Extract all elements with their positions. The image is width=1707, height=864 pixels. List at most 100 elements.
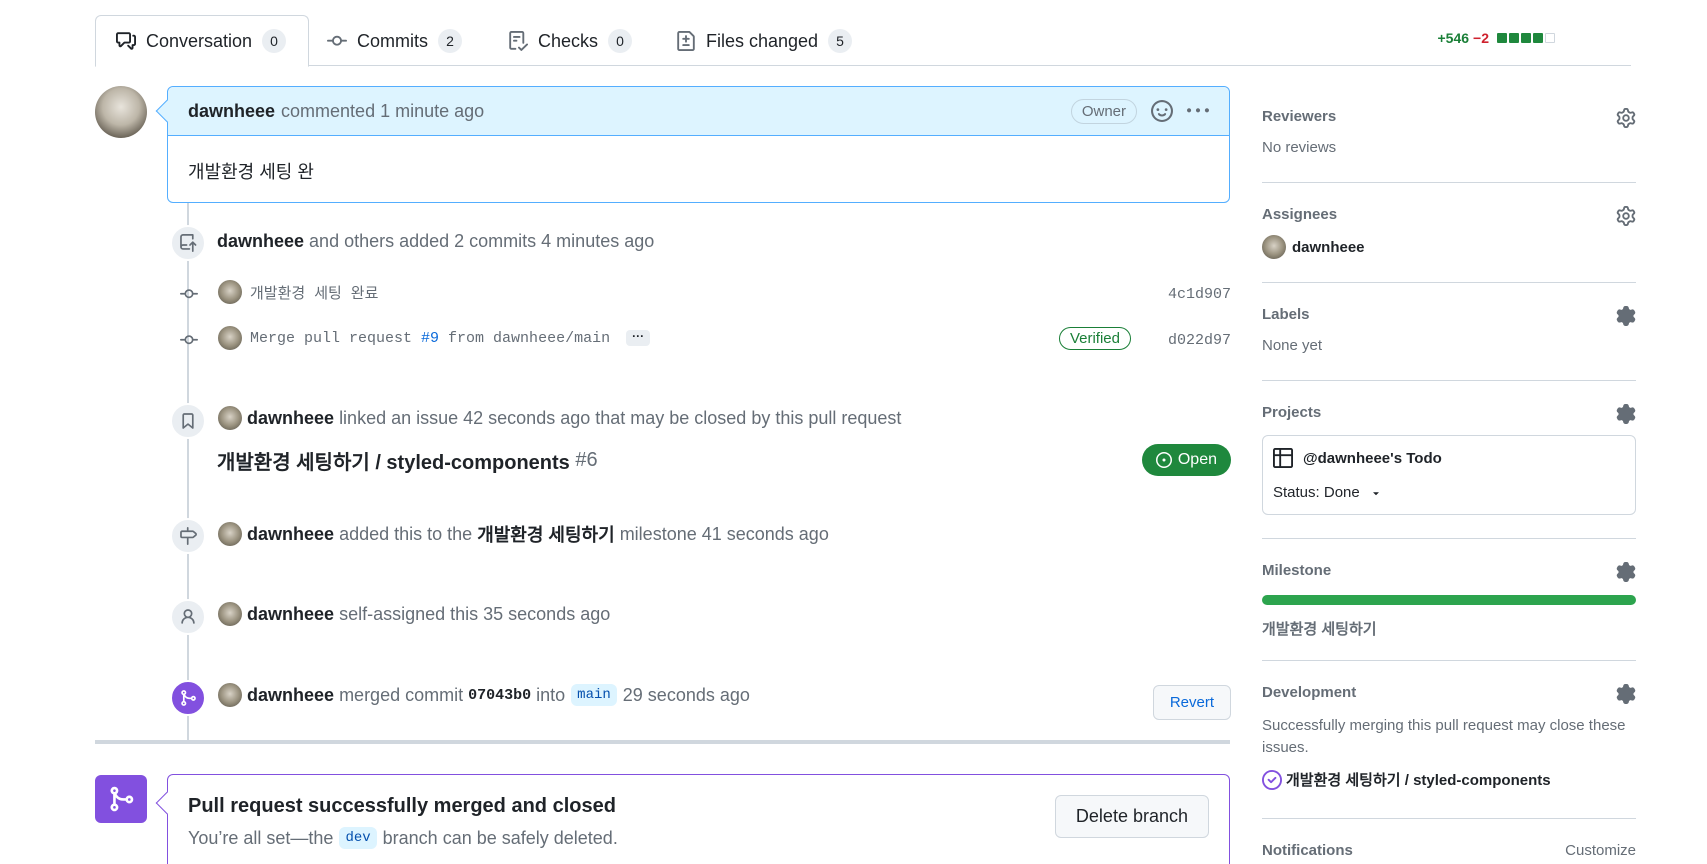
event-author[interactable]: dawnheee [247,685,334,706]
event-text: milestone 41 seconds ago [619,523,829,544]
git-commit-icon [327,31,347,51]
merge-box-arrow [155,791,179,815]
event-text: and others added 2 commits 4 minutes ago [309,231,655,251]
tab-counter: 5 [828,29,853,53]
project-title-row: @dawnheee's Todo [1273,448,1442,468]
project-status[interactable]: Status: Done [1273,484,1382,501]
event-time: 29 seconds ago [622,684,750,705]
project-status-label: Status: Done [1273,484,1360,501]
assignee-name[interactable]: dawnheee [1292,239,1365,256]
pr-tabbar: Conversation 0 Commits 2 Checks 0 Files … [95,0,1631,67]
event-text: linked an issue 42 seconds ago that may … [339,407,902,428]
sidebar-value: None yet [1262,337,1323,354]
linked-issue-event: dawnheee linked an issue 42 seconds ago … [218,406,901,430]
linked-issue-title[interactable]: 개발환경 세팅하기 / styled-components #6 [217,446,598,475]
owner-badge: Owner [1070,99,1137,124]
diffstat: +546 −2 [1437,30,1555,46]
project-card[interactable]: @dawnheee's Todo Status: Done [1262,435,1636,515]
development-description: Successfully merging this pull request m… [1262,717,1626,756]
tab-commits[interactable]: Commits 2 [327,15,462,67]
sidebar-title: Projects [1262,404,1322,421]
milestone-link[interactable]: 개발환경 세팅하기 [477,521,614,547]
revert-button[interactable]: Revert [1152,685,1231,720]
commit-message[interactable]: 개발환경 세팅 완료 [250,282,378,303]
sidebar-assignees: Assignees dawnheee [1262,206,1636,283]
kebab-horizontal-icon[interactable] [1187,100,1209,122]
gear-icon[interactable] [1616,684,1636,704]
tab-counter: 2 [438,29,462,53]
avatar[interactable] [1262,235,1286,259]
triangle-down-icon [1370,487,1382,499]
event-author[interactable]: dawnheee [247,524,334,545]
gear-icon[interactable] [1616,206,1636,226]
avatar[interactable] [218,602,242,626]
commit-item: 개발환경 세팅 완료 [218,280,378,304]
sidebar-reviewers: Reviewers No reviews [1262,108,1636,183]
diffstat-additions: +546 [1437,30,1470,46]
tab-label: Checks [538,30,599,51]
assignee-item[interactable]: dawnheee [1262,235,1636,259]
sidebar-title: Labels [1262,306,1310,323]
merged-subtitle: You’re all set—the dev branch can be safel… [188,827,618,849]
event-author[interactable]: dawnheee [247,408,334,429]
project-name[interactable]: @dawnheee's Todo [1303,450,1442,467]
sidebar-development: Development Successfully merging this pu… [1262,684,1636,819]
commit-sha[interactable]: 4c1d907 [1168,286,1231,303]
pr-link[interactable]: #9 [421,330,439,347]
sidebar-notifications: Notifications Customize [1262,842,1636,859]
timeline-line [187,200,189,740]
issue-closed-icon [1262,769,1282,790]
issue-title[interactable]: 개발환경 세팅하기 / styled-components [217,446,570,475]
event-text: merged commit [339,684,464,705]
issue-state: Open [1177,451,1217,468]
development-issue[interactable]: 개발환경 세팅하기 / styled-components [1262,769,1636,790]
diffstat-block [1497,33,1507,43]
tab-checks[interactable]: Checks 0 [508,15,633,67]
checklist-icon [508,31,528,51]
file-diff-icon [676,31,696,51]
merged-status-box: Pull request successfully merged and clo… [155,774,1230,864]
avatar[interactable] [95,86,147,138]
milestone-progress-bar [1262,595,1636,605]
verified-badge[interactable]: Verified [1058,327,1131,350]
event-text: added this to the [339,523,473,544]
commit-sha[interactable]: d022d97 [1168,332,1231,349]
comment-action: commented 1 minute ago [281,100,485,121]
timeline-end-divider [95,740,1230,744]
gear-icon[interactable] [1616,404,1636,424]
sidebar-milestone: Milestone 개발환경 세팅하기 [1262,562,1636,661]
tab-label: Conversation [146,30,253,51]
tab-label: Files changed [706,30,819,51]
avatar[interactable] [218,406,242,430]
tab-conversation[interactable]: Conversation 0 [95,15,309,67]
event-text: self-assigned this 35 seconds ago [339,603,611,624]
branch-name[interactable]: dev [339,827,377,849]
repo-push-icon [170,225,206,261]
merged-sub-before: You’re all set—the [188,827,334,848]
smiley-icon[interactable] [1151,100,1173,122]
expand-commit-button[interactable]: ··· [626,330,651,346]
avatar[interactable] [218,326,242,350]
commit-message[interactable]: Merge pull request #9 from dawnheee/main [250,330,610,347]
git-merge-icon [170,680,206,716]
merge-commit-link[interactable]: 07043b0 [468,687,531,704]
comment-author[interactable]: dawnheee [188,101,275,122]
avatar[interactable] [218,522,242,546]
gear-icon[interactable] [1616,562,1636,582]
customize-link[interactable]: Customize [1565,842,1636,859]
gear-icon[interactable] [1616,108,1636,128]
development-issue-title[interactable]: 개발환경 세팅하기 / styled-components [1286,769,1551,790]
tab-files-changed[interactable]: Files changed 5 [676,15,853,67]
avatar[interactable] [218,280,242,304]
gear-icon[interactable] [1616,306,1636,326]
event-author[interactable]: dawnheee [217,231,304,252]
event-author[interactable]: dawnheee [247,604,334,625]
tab-counter: 0 [608,29,633,53]
delete-branch-button[interactable]: Delete branch [1054,795,1209,838]
issue-number: #6 [575,449,598,471]
milestone-name[interactable]: 개발환경 세팅하기 [1262,618,1377,639]
sidebar-title: Reviewers [1262,108,1337,125]
branch-name[interactable]: main [571,684,617,706]
avatar[interactable] [218,683,242,707]
merged-sub-after: branch can be safely deleted. [382,827,618,848]
